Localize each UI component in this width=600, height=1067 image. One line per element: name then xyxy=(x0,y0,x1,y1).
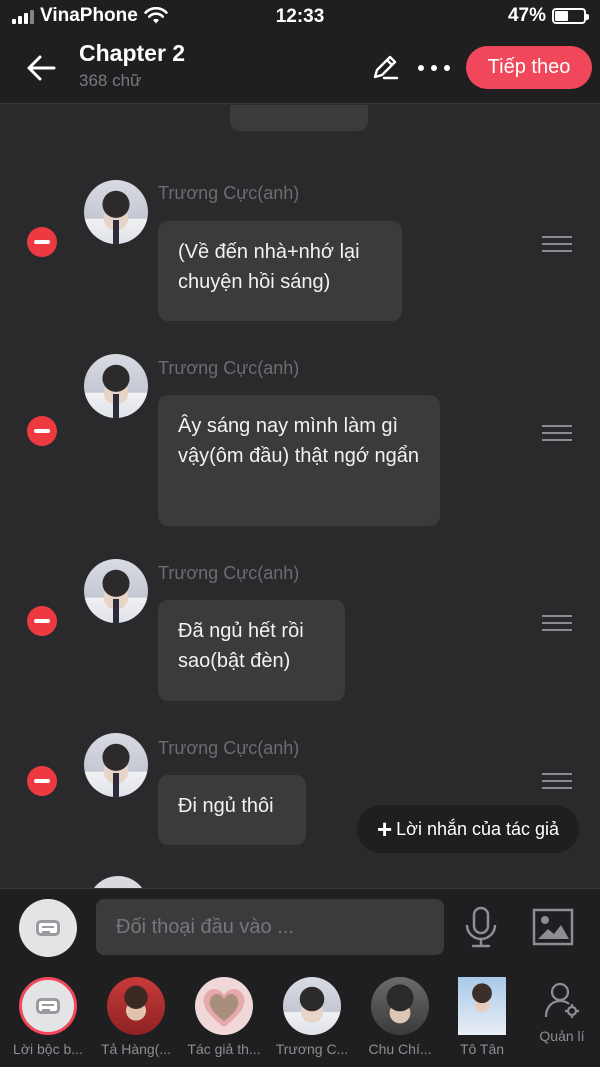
chat-bubble-icon xyxy=(36,920,60,936)
message-bubble[interactable]: Đi ngủ thôi xyxy=(158,775,306,845)
manage-characters-button[interactable]: Quản lí xyxy=(534,981,590,1044)
heart-frame-icon xyxy=(203,989,245,1027)
avatar xyxy=(371,977,429,1035)
dot-icon xyxy=(431,65,437,71)
sender-name: Trương Cực(anh) xyxy=(158,358,300,378)
drag-handle-icon[interactable] xyxy=(542,773,572,789)
sender-name: Trương Cực(anh) xyxy=(158,738,300,758)
avatar[interactable] xyxy=(84,180,148,244)
character-narrator[interactable]: Lời bộc b... xyxy=(6,977,90,1057)
avatar[interactable] xyxy=(88,876,148,888)
message-bubble[interactable]: (Về đến nhà+nhớ lại chuyện hồi sáng) xyxy=(158,221,402,321)
avatar[interactable] xyxy=(84,354,148,418)
manage-label: Quản lí xyxy=(539,1028,585,1044)
message-bubble[interactable]: Đã ngủ hết rồi sao(bật đèn) xyxy=(158,600,345,701)
avatar xyxy=(107,977,165,1035)
dot-icon xyxy=(444,65,450,71)
remove-button[interactable] xyxy=(27,606,57,636)
author-note-button[interactable]: + Lời nhắn của tác giả xyxy=(357,805,579,853)
author-note-label: Lời nhắn của tác giả xyxy=(396,818,560,839)
message-bubble[interactable]: Ây sáng nay mình làm gì vậy(ôm đầu) thật… xyxy=(158,395,440,526)
character-item[interactable]: Tả Hàng(... xyxy=(94,977,178,1057)
user-settings-icon xyxy=(544,982,579,1018)
pencil-icon xyxy=(373,55,399,80)
drag-handle-icon[interactable] xyxy=(542,236,572,252)
character-item[interactable]: Tác giả th... xyxy=(182,977,266,1057)
character-name: Chu Chí... xyxy=(368,1041,432,1057)
input-bar xyxy=(0,888,600,965)
character-item[interactable]: Chu Chí... xyxy=(358,977,442,1057)
plus-icon: + xyxy=(376,814,393,844)
microphone-icon xyxy=(465,906,497,948)
battery-fill xyxy=(555,11,569,21)
avatar[interactable] xyxy=(84,733,148,797)
avatar xyxy=(19,977,77,1035)
page-title: Chapter 2 xyxy=(79,40,186,66)
character-name: Tô Tân xyxy=(459,1041,505,1057)
status-right: 47% xyxy=(507,5,589,27)
remove-button[interactable] xyxy=(27,766,57,796)
character-name: Lời bộc b... xyxy=(13,1041,83,1057)
image-icon xyxy=(532,908,574,946)
character-item[interactable]: Tô Tân xyxy=(440,977,524,1057)
back-arrow-icon xyxy=(27,55,56,81)
character-name: Trương C... xyxy=(275,1041,349,1057)
battery-percent: 47% xyxy=(507,5,546,26)
chat-bubble-icon xyxy=(36,998,60,1014)
microphone-button[interactable] xyxy=(462,905,500,949)
edit-button[interactable] xyxy=(370,52,402,84)
avatar[interactable] xyxy=(84,559,148,623)
character-item[interactable]: Trương C... xyxy=(270,977,354,1057)
top-nav-bar: Chapter 2 368 chữ Tiếp theo xyxy=(0,34,600,104)
drag-handle-icon[interactable] xyxy=(542,615,572,631)
narration-mode-button[interactable] xyxy=(19,899,77,957)
next-button[interactable]: Tiếp theo xyxy=(466,46,592,89)
more-options-button[interactable] xyxy=(414,52,454,84)
image-button[interactable] xyxy=(532,907,574,947)
word-count: 368 chữ xyxy=(79,71,142,90)
avatar xyxy=(283,977,341,1035)
dot-icon xyxy=(418,65,424,71)
remove-button[interactable] xyxy=(27,227,57,257)
back-button[interactable] xyxy=(24,50,64,86)
character-bar: Lời bộc b... Tả Hàng(... Tác giả th... T… xyxy=(0,965,600,1067)
sender-name: Trương Cực(anh) xyxy=(158,563,300,583)
message-list[interactable]: Trương Cực(anh) (Về đến nhà+nhớ lại chuy… xyxy=(0,105,600,888)
sender-name: Trương Cực(anh) xyxy=(158,183,300,203)
message-bubble[interactable] xyxy=(230,105,368,131)
avatar xyxy=(195,977,253,1035)
status-bar: VinaPhone 12:33 47% xyxy=(0,0,600,34)
dialogue-input[interactable] xyxy=(96,899,444,955)
character-name: Tả Hàng(... xyxy=(100,1041,172,1057)
battery-icon xyxy=(552,8,589,24)
character-name: Tác giả th... xyxy=(187,1041,261,1057)
drag-handle-icon[interactable] xyxy=(542,425,572,441)
avatar xyxy=(458,977,506,1035)
remove-button[interactable] xyxy=(27,416,57,446)
title-block: Chapter 2 368 chữ xyxy=(79,40,185,91)
